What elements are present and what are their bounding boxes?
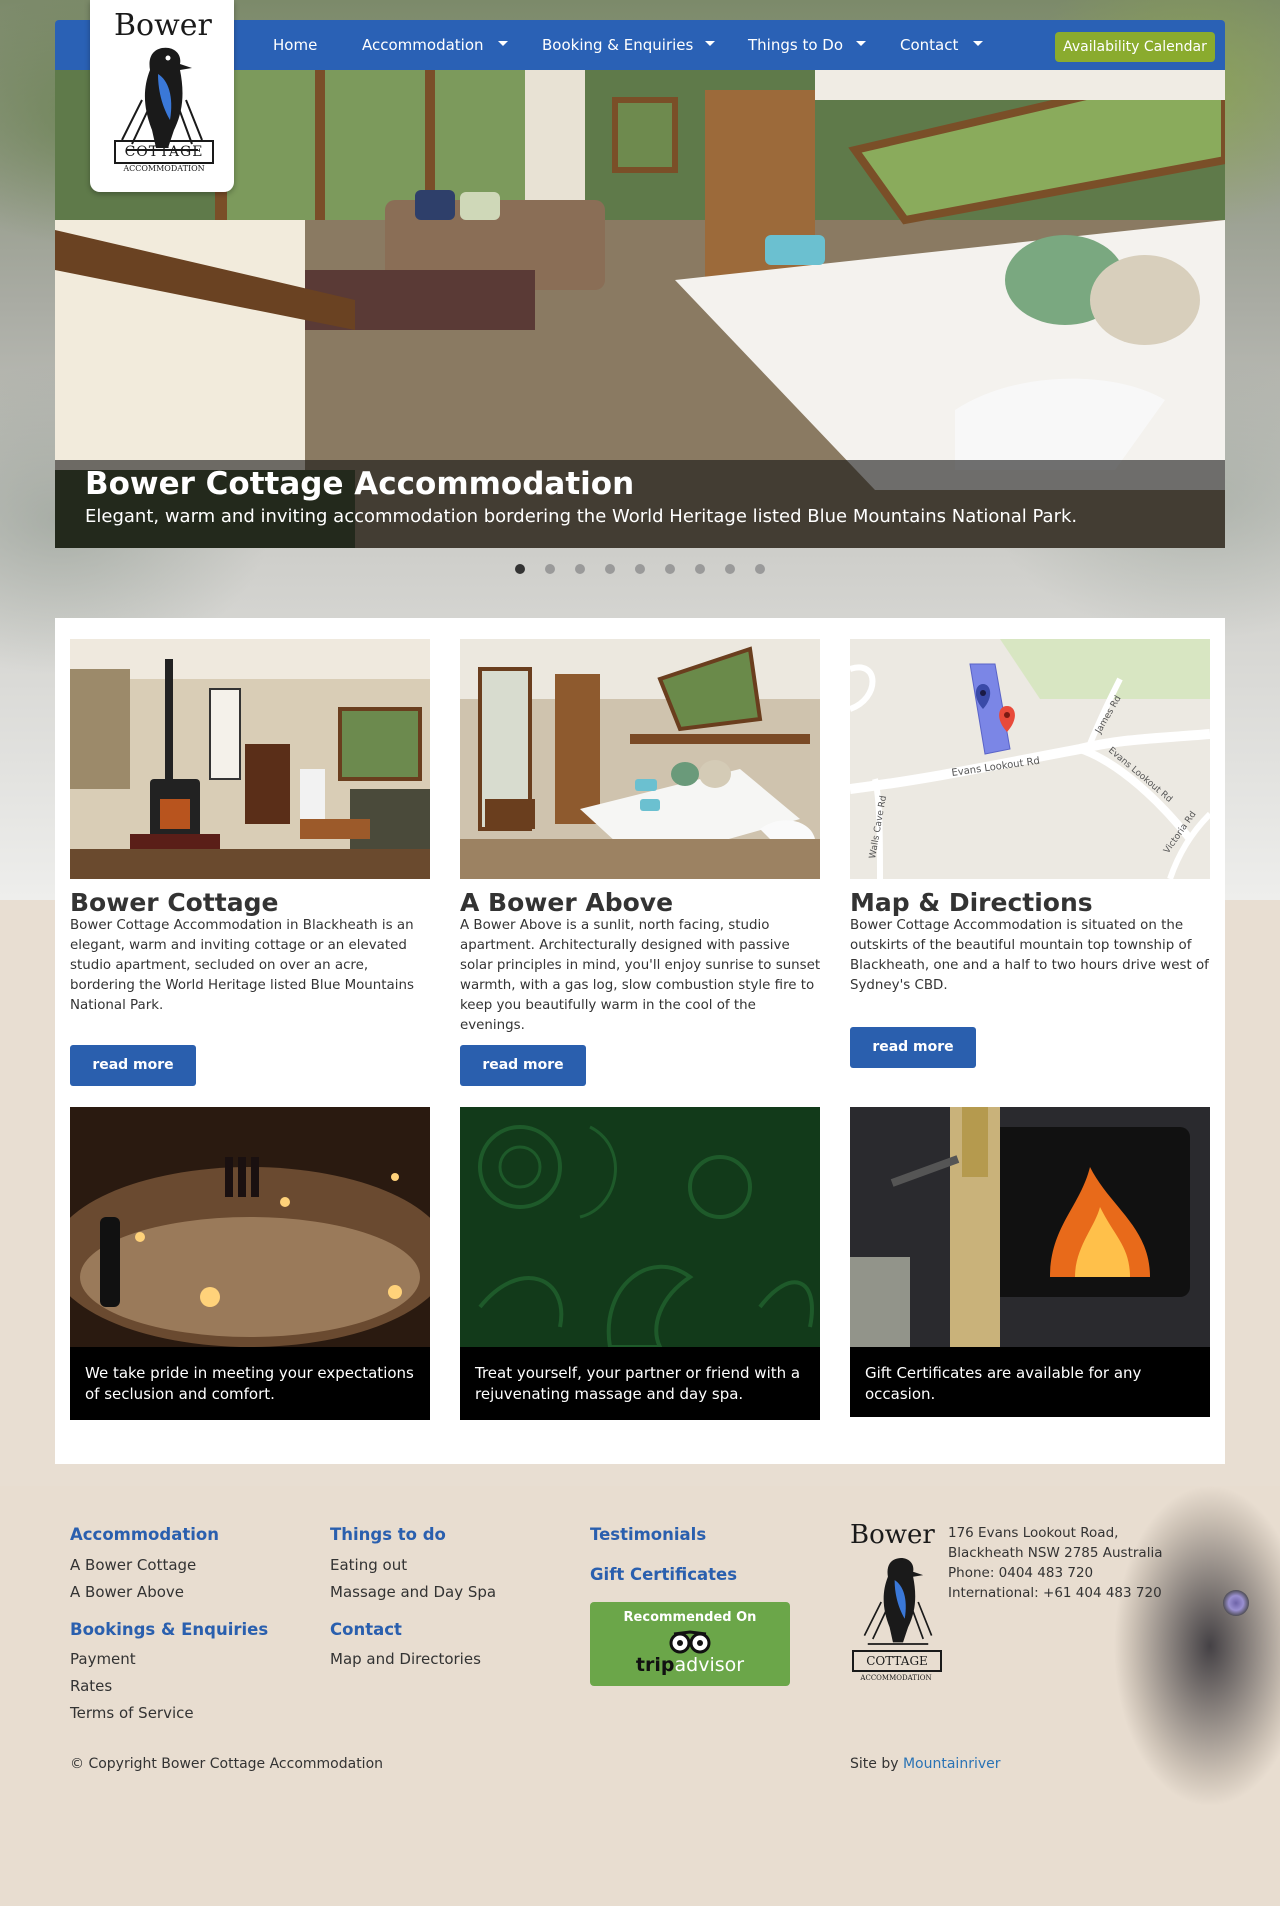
tripadvisor-badge[interactable]: Recommended On tripadvisor xyxy=(590,1602,790,1686)
bird-eye-decoration xyxy=(1223,1590,1249,1616)
footer-logo-cottage: COTTAGE xyxy=(852,1650,942,1672)
a-bower-above-description: A Bower Above is a sunlit, north facing,… xyxy=(460,918,821,1033)
slider-dot[interactable] xyxy=(755,564,765,574)
logo-accommodation-text: ACCOMMODATION xyxy=(123,164,205,173)
hero-title: Bower Cottage Accommodation xyxy=(85,466,635,502)
a-bower-above-photo[interactable] xyxy=(460,639,820,879)
spa-bath-photo xyxy=(70,1107,430,1347)
mountainriver-link[interactable]: Mountainriver xyxy=(903,1756,1001,1772)
tripadvisor-wordmark-part: trip xyxy=(635,1654,675,1676)
a-bower-above-title[interactable]: A Bower Above xyxy=(460,888,673,917)
nav-contact[interactable]: Contact xyxy=(900,20,958,70)
slider-pagination xyxy=(0,564,1280,580)
phone-number[interactable]: Phone: 0404 483 720 xyxy=(948,1563,1168,1583)
gift-certificates-promo[interactable]: Gift Certificates are available for any … xyxy=(850,1107,1210,1417)
a-bower-above-read-more-button[interactable]: read more xyxy=(460,1045,586,1086)
hero-subtitle: Elegant, warm and inviting accommodation… xyxy=(85,506,1078,527)
slider-dot[interactable] xyxy=(665,564,675,574)
slider-dot[interactable] xyxy=(545,564,555,574)
international-phone[interactable]: International: +61 404 483 720 xyxy=(948,1583,1168,1603)
address-line: 176 Evans Lookout Road, xyxy=(948,1525,1119,1541)
footer-bird-logo-icon xyxy=(863,1558,933,1645)
tripadvisor-wordmark: tripadvisor xyxy=(590,1654,790,1676)
bower-cottage-read-more-button[interactable]: read more xyxy=(70,1045,196,1086)
hero-caption: Bower Cottage Accommodation Elegant, war… xyxy=(55,460,1225,548)
logo-cottage-banner: COTTAGE xyxy=(114,140,214,164)
footer-logo[interactable]: Bower COTTAGE ACCOMMODATION xyxy=(850,1520,942,1690)
footer-address: 176 Evans Lookout Road, Blackheath NSW 2… xyxy=(948,1523,1168,1603)
footer-logo-accommodation: ACCOMMODATION xyxy=(860,1674,932,1682)
bower-cottage-title[interactable]: Bower Cottage xyxy=(70,888,278,917)
slider-dot[interactable] xyxy=(635,564,645,574)
map-directions-read-more-button[interactable]: read more xyxy=(850,1027,976,1068)
paisley-pattern-image xyxy=(460,1107,820,1349)
footer-link-massage[interactable]: Massage and Day Spa xyxy=(330,1583,496,1601)
tripadvisor-wordmark-part: advisor xyxy=(674,1654,745,1676)
promo-caption: Gift Certificates are available for any … xyxy=(850,1347,1210,1417)
seclusion-promo[interactable]: We take pride in meeting your expectatio… xyxy=(70,1107,430,1420)
slider-dot[interactable] xyxy=(695,564,705,574)
promo-caption-text: We take pride in meeting your expectatio… xyxy=(85,1364,414,1403)
footer-link-rates[interactable]: Rates xyxy=(70,1677,112,1695)
promo-caption: We take pride in meeting your expectatio… xyxy=(70,1347,430,1420)
tripadvisor-owl-icon xyxy=(669,1630,711,1654)
main-content: Bower Cottage Bower Cottage Accommodatio… xyxy=(55,618,1225,1464)
tripadvisor-recommended-text: Recommended On xyxy=(623,1610,757,1625)
massage-spa-promo[interactable]: Treat yourself, your partner or friend w… xyxy=(460,1107,820,1420)
contact-caret-icon[interactable] xyxy=(973,41,983,46)
map-directions-description: Bower Cottage Accommodation is situated … xyxy=(850,918,1209,993)
location-map[interactable]: Evans Lookout Rd Evans Lookout Rd James … xyxy=(850,639,1210,879)
footer-accommodation-heading[interactable]: Accommodation xyxy=(70,1525,219,1544)
footer-link-terms[interactable]: Terms of Service xyxy=(70,1704,194,1722)
footer-link-map[interactable]: Map and Directories xyxy=(330,1650,481,1668)
footer-contact-heading[interactable]: Contact xyxy=(330,1620,402,1639)
accommodation-caret-icon[interactable] xyxy=(498,41,508,46)
footer-link-eating-out[interactable]: Eating out xyxy=(330,1556,407,1574)
slider-dot[interactable] xyxy=(575,564,585,574)
things-caret-icon[interactable] xyxy=(856,41,866,46)
availability-calendar-button[interactable]: Availability Calendar xyxy=(1055,32,1215,62)
nav-things-to-do[interactable]: Things to Do xyxy=(748,20,843,70)
footer-things-heading[interactable]: Things to do xyxy=(330,1525,446,1544)
fireplace-champagne-photo xyxy=(850,1107,1210,1347)
slider-dot[interactable] xyxy=(515,564,525,574)
booking-caret-icon[interactable] xyxy=(705,41,715,46)
promo-caption-text: Treat yourself, your partner or friend w… xyxy=(475,1364,801,1403)
footer-link-bower-cottage[interactable]: A Bower Cottage xyxy=(70,1556,196,1574)
footer-gift-heading[interactable]: Gift Certificates xyxy=(590,1565,737,1584)
footer-bookings-heading[interactable]: Bookings & Enquiries xyxy=(70,1620,268,1639)
copyright-text: © Copyright Bower Cottage Accommodation xyxy=(70,1756,384,1772)
address-line: Blackheath NSW 2785 Australia xyxy=(948,1545,1163,1561)
bower-cottage-photo[interactable] xyxy=(70,639,430,879)
site-credit: Site by Mountainriver xyxy=(850,1756,1001,1772)
footer-link-payment[interactable]: Payment xyxy=(70,1650,136,1668)
footer-testimonials-heading[interactable]: Testimonials xyxy=(590,1525,706,1544)
footer-logo-wordmark: Bower xyxy=(850,1520,935,1550)
slider-dot[interactable] xyxy=(725,564,735,574)
nav-booking-enquiries[interactable]: Booking & Enquiries xyxy=(542,20,693,70)
nav-accommodation[interactable]: Accommodation xyxy=(362,20,484,70)
footer-link-bower-above[interactable]: A Bower Above xyxy=(70,1583,184,1601)
site-logo[interactable]: Bower COTTAGE ACCOMMODATION xyxy=(90,0,234,192)
bower-cottage-description: Bower Cottage Accommodation in Blackheat… xyxy=(70,918,414,1013)
promo-caption-text: Gift Certificates are available for any … xyxy=(865,1364,1142,1403)
logo-wordmark: Bower xyxy=(114,8,212,43)
nav-home[interactable]: Home xyxy=(273,20,317,70)
map-directions-title[interactable]: Map & Directions xyxy=(850,888,1093,917)
promo-caption: Treat yourself, your partner or friend w… xyxy=(460,1347,820,1420)
slider-dot[interactable] xyxy=(605,564,615,574)
site-credit-prefix: Site by xyxy=(850,1756,899,1772)
